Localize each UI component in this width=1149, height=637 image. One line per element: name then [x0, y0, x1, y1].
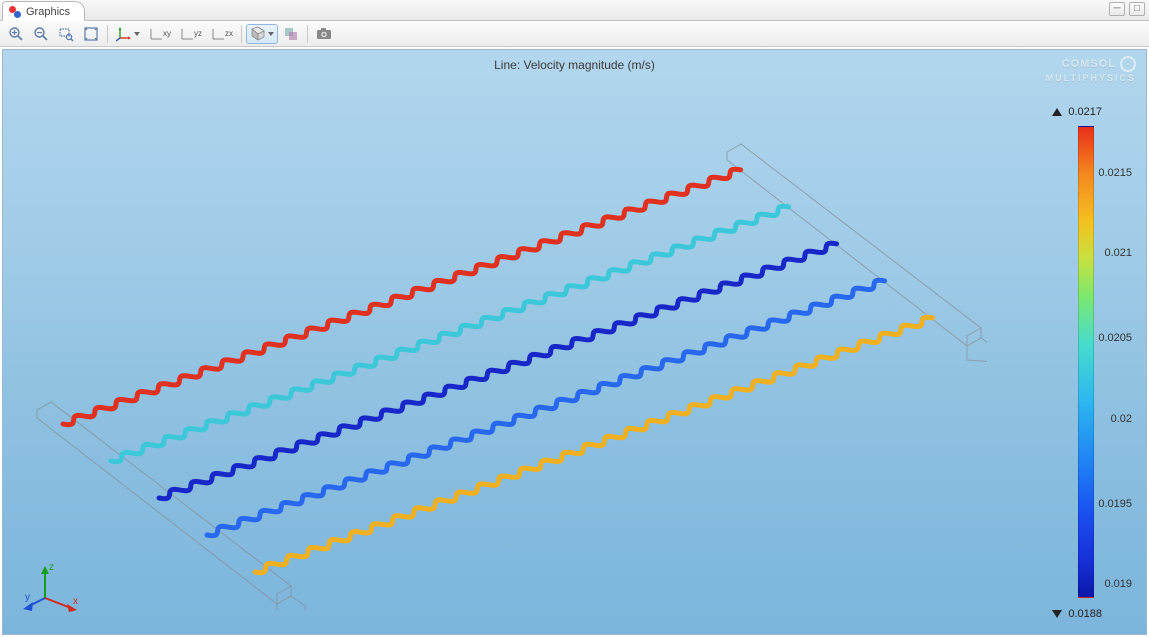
svg-text:x: x: [73, 596, 78, 607]
brand-globe-icon: [1120, 56, 1136, 72]
brand-watermark: COMSOL MULTIPHYSICS: [1046, 56, 1136, 84]
scene-light-button[interactable]: [246, 24, 278, 44]
view-xy-button[interactable]: xy: [145, 24, 175, 44]
channel-line-2: [111, 206, 789, 462]
toolbar-separator: [241, 25, 242, 43]
colorbar-tick: 0.019: [1104, 578, 1132, 590]
zoom-extents-button[interactable]: [79, 24, 103, 44]
colorbar-tick: 0.02: [1111, 413, 1132, 425]
zoom-in-button[interactable]: [4, 24, 28, 44]
zoom-out-button[interactable]: [29, 24, 53, 44]
colorbar-min: 0.0188: [1052, 608, 1102, 620]
svg-text:y: y: [25, 592, 30, 603]
colorbar-tick: 0.0215: [1098, 167, 1132, 179]
zoom-box-button[interactable]: [54, 24, 78, 44]
default-3d-view-button[interactable]: [112, 24, 144, 44]
snapshot-button[interactable]: [312, 24, 336, 44]
view-xy-label: xy: [163, 29, 171, 38]
channel-line-5: [255, 317, 933, 573]
view-zx-button[interactable]: zx: [207, 24, 237, 44]
view-zx-label: zx: [225, 29, 233, 38]
maximize-button[interactable]: □: [1129, 2, 1145, 16]
colorbar-ticks: 0.019 0.0195 0.02 0.0205 0.021 0.0215: [1014, 126, 1074, 598]
app-logo-icon: [9, 6, 21, 18]
plot-3d-scene: [27, 130, 987, 610]
channel-line-1: [63, 169, 741, 425]
view-yz-button[interactable]: yz: [176, 24, 206, 44]
colorbar-max: 0.0217: [1052, 106, 1102, 118]
dropdown-caret-icon: [268, 32, 274, 36]
toolbar-separator: [307, 25, 308, 43]
plot-title: Line: Velocity magnitude (m/s): [3, 58, 1146, 72]
triangle-up-icon: [1052, 108, 1062, 116]
graphics-toolbar: xy yz zx: [0, 21, 1149, 47]
view-yz-label: yz: [194, 29, 202, 38]
transparency-button[interactable]: [279, 24, 303, 44]
graphics-viewport[interactable]: Line: Velocity magnitude (m/s) COMSOL MU…: [2, 49, 1147, 635]
colorbar-tick: 0.0195: [1098, 498, 1132, 510]
colorbar-tick: 0.021: [1104, 247, 1132, 259]
channel-line-3: [159, 243, 837, 499]
orientation-triad: z x y: [23, 556, 83, 616]
triangle-down-icon: [1052, 610, 1062, 618]
dropdown-caret-icon: [134, 32, 140, 36]
colorbar: [1078, 126, 1094, 598]
channel-line-4: [207, 280, 885, 536]
minimize-button[interactable]: ─: [1109, 2, 1125, 16]
svg-text:z: z: [49, 562, 54, 573]
colorbar-tick: 0.0205: [1098, 332, 1132, 344]
window-title: Graphics: [26, 6, 70, 18]
window-titlebar: Graphics ─ □: [0, 0, 1149, 21]
toolbar-separator: [107, 25, 108, 43]
window-tab[interactable]: Graphics: [2, 1, 85, 21]
